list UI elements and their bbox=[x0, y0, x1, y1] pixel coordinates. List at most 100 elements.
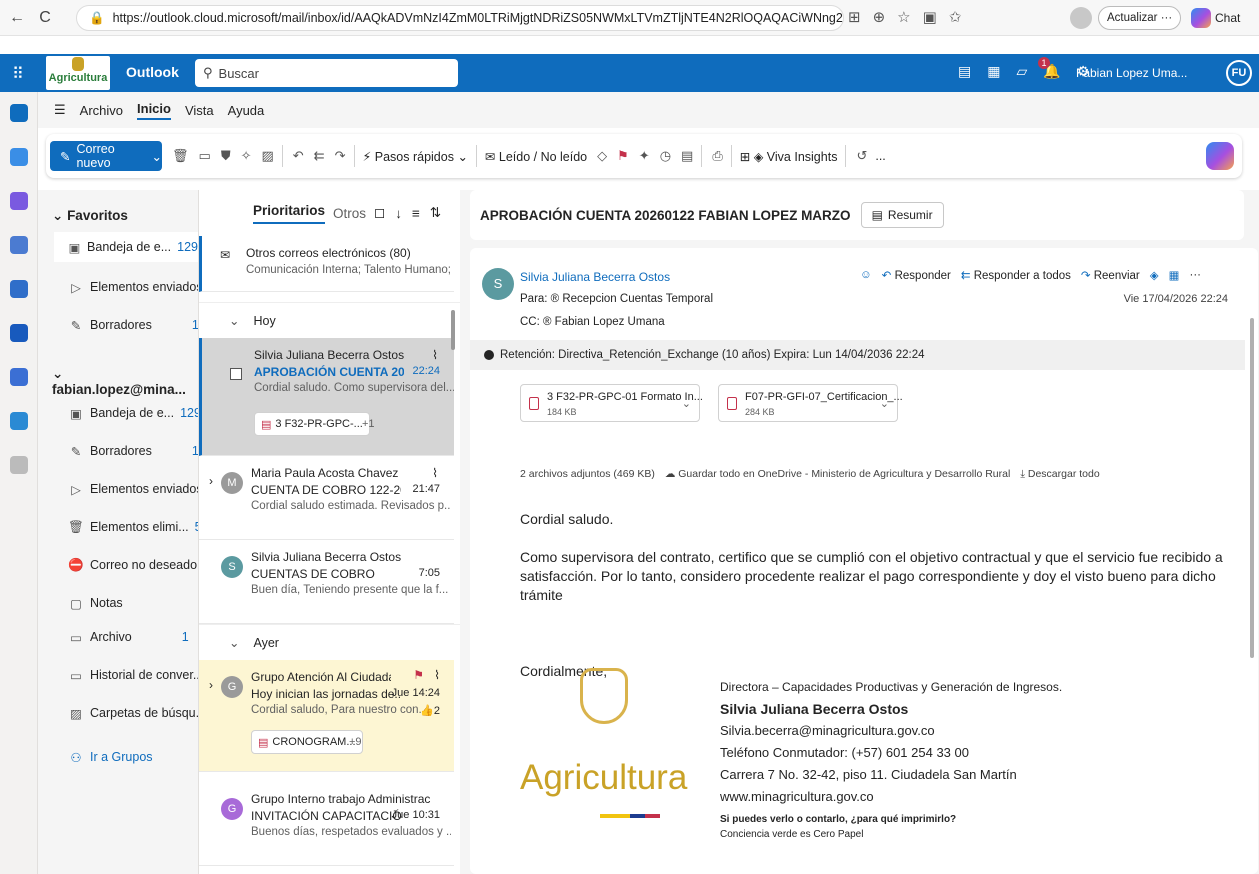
refresh-icon[interactable]: C bbox=[34, 9, 56, 27]
address-bar[interactable]: 🔒 https://outlook.cloud.microsoft/mail/in… bbox=[76, 5, 844, 31]
star-icon[interactable]: ☆ bbox=[897, 8, 910, 26]
filter-icon[interactable]: ◻ bbox=[374, 205, 385, 221]
feedback-icon[interactable]: ▱ bbox=[1016, 63, 1027, 80]
more-button[interactable]: ... bbox=[875, 149, 885, 163]
profile-avatar[interactable] bbox=[1070, 7, 1092, 29]
list-item[interactable]: G Grupo Interno trabajo Administraci... … bbox=[199, 782, 454, 866]
list-item[interactable]: › M Maria Paula Acosta Chavez ⌇ CUENTA D… bbox=[199, 456, 454, 540]
mail-icon[interactable] bbox=[10, 104, 28, 122]
viva-insights-button[interactable]: ⊞ ◈ Viva Insights bbox=[740, 149, 838, 164]
delete-icon[interactable]: 🗑 bbox=[172, 148, 189, 164]
word-icon[interactable]: ▦ bbox=[987, 63, 1000, 80]
todo-icon[interactable] bbox=[10, 280, 28, 298]
apps-icon[interactable]: ▦ bbox=[1169, 268, 1180, 282]
tab-inicio[interactable]: Inicio bbox=[137, 101, 171, 120]
list-scrollbar[interactable] bbox=[451, 310, 455, 350]
split-icon[interactable]: ▣ bbox=[923, 8, 937, 26]
print-icon[interactable]: ⎙ bbox=[712, 148, 722, 164]
forward-button[interactable]: ↷ Reenviar bbox=[1081, 268, 1140, 282]
tab-focused[interactable]: Prioritarios bbox=[253, 203, 326, 224]
undo-icon[interactable]: ↺ bbox=[856, 148, 867, 164]
snooze-icon[interactable]: ◷ bbox=[660, 148, 671, 164]
tab-other[interactable]: Otros bbox=[333, 206, 366, 221]
onedrive-icon[interactable] bbox=[10, 412, 28, 430]
back-icon[interactable]: ← bbox=[6, 9, 28, 27]
reading-pane: APROBACIÓN CUENTA 20260122 FABIAN LOPEZ … bbox=[460, 190, 1259, 874]
user-name[interactable]: Fabian Lopez Uma... bbox=[1076, 66, 1187, 80]
attachment-chip[interactable]: ▤ CRONOGRAM... bbox=[251, 730, 363, 754]
tag-icon[interactable]: ◇ bbox=[597, 148, 607, 164]
list-item[interactable]: S Silvia Juliana Becerra Ostos CUENTAS D… bbox=[199, 540, 454, 624]
quick-steps-button[interactable]: ⚡ Pasos rápidos ⌄ bbox=[363, 149, 468, 164]
sort-order-icon[interactable]: ⇅ bbox=[430, 205, 441, 221]
note-icon: ▢ bbox=[70, 596, 82, 611]
calendar-icon[interactable] bbox=[10, 148, 28, 166]
apps-icon[interactable]: ⊞ bbox=[848, 8, 861, 26]
more-apps-icon[interactable] bbox=[10, 456, 28, 474]
to-line[interactable]: Para: ® Recepcion Cuentas Temporal bbox=[520, 293, 713, 305]
expand-icon[interactable]: › bbox=[209, 678, 213, 692]
people-icon[interactable] bbox=[10, 236, 28, 254]
update-button[interactable]: Actualizar ··· bbox=[1098, 6, 1182, 30]
reply-icon[interactable]: ↶ bbox=[293, 148, 304, 164]
attachment-card[interactable]: F07-PR-GFI-07_Certificacion_... 284 KB ⌄ bbox=[718, 384, 903, 422]
chat-button[interactable]: Chat bbox=[1191, 6, 1240, 30]
summarize-button[interactable]: ▤ Resumir bbox=[860, 202, 944, 228]
teams-icon[interactable]: ▤ bbox=[958, 63, 971, 80]
more-actions-button[interactable]: ··· bbox=[1190, 269, 1202, 281]
reply-all-icon[interactable]: ⇇ bbox=[314, 148, 325, 164]
list-item[interactable]: Silvia Juliana Becerra Ostos ⌇ APROBACIÓ… bbox=[199, 338, 454, 456]
copilot-rail-icon[interactable] bbox=[10, 192, 28, 210]
new-mail-button[interactable]: ✎ Correo nuevo ⌄ bbox=[50, 141, 162, 171]
copilot-icon[interactable] bbox=[1206, 142, 1234, 170]
list-item[interactable]: › G Grupo Atención Al Ciudada... ⚑ ⌇ Hoy… bbox=[199, 660, 454, 772]
app-title[interactable]: Outlook bbox=[126, 64, 179, 80]
tab-ayuda[interactable]: Ayuda bbox=[228, 103, 265, 118]
app-launcher-icon[interactable]: ⠿ bbox=[12, 64, 24, 84]
word-rail-icon[interactable] bbox=[10, 324, 28, 342]
read-unread-button[interactable]: ✉ Leído / No leído bbox=[485, 149, 587, 164]
reply-all-button[interactable]: ⇇ Responder a todos bbox=[961, 268, 1071, 282]
tab-vista[interactable]: Vista bbox=[185, 103, 214, 118]
pin-icon[interactable]: ✦ bbox=[639, 148, 650, 164]
save-onedrive-link[interactable]: ☁ Guardar todo en OneDrive - Ministerio … bbox=[665, 468, 1010, 481]
loop-icon[interactable]: ◈ bbox=[1150, 268, 1159, 282]
sweep-icon[interactable]: ✧ bbox=[241, 148, 252, 164]
account-header[interactable]: ⌄ fabian.lopez@mina... bbox=[52, 366, 198, 397]
cc-line[interactable]: CC: ® Fabian Lopez Umana bbox=[520, 316, 665, 328]
favorites-icon[interactable]: ✩ bbox=[949, 8, 962, 26]
attachment-card[interactable]: 3 F32-PR-GPC-01 Formato In... 184 KB ⌄ bbox=[520, 384, 703, 422]
hamburger-icon[interactable]: ☰ bbox=[54, 102, 66, 118]
archive-icon[interactable]: ▭ bbox=[199, 148, 211, 164]
group-hoy[interactable]: ⌄ Hoy bbox=[199, 302, 461, 338]
forward-icon[interactable]: ↷ bbox=[335, 148, 346, 164]
flag-icon[interactable]: ⚑ bbox=[617, 148, 629, 164]
app-rail bbox=[0, 92, 38, 874]
send-icon: ▷ bbox=[71, 482, 81, 497]
rules-icon[interactable]: ▤ bbox=[681, 148, 693, 164]
user-avatar[interactable]: FU bbox=[1226, 60, 1252, 86]
other-mail-summary[interactable]: ✉ Otros correos electrónicos (80) Comuni… bbox=[199, 236, 454, 292]
flag-icon[interactable]: ⚑ bbox=[413, 668, 424, 682]
attachment-chip[interactable]: ▤ 3 F32-PR-GPC-... bbox=[254, 412, 370, 436]
reply-button[interactable]: ↶ Responder bbox=[882, 268, 951, 282]
select-icon[interactable]: ≡ bbox=[412, 206, 420, 221]
search-input[interactable]: ⚲ Buscar bbox=[195, 59, 458, 87]
sender-name[interactable]: Silvia Juliana Becerra Ostos bbox=[520, 270, 670, 284]
tab-archivo[interactable]: Archivo bbox=[80, 103, 123, 118]
report-icon[interactable]: ⛊ bbox=[221, 148, 231, 164]
sort-icon[interactable]: ↓ bbox=[395, 206, 402, 221]
sender-avatar[interactable]: S bbox=[482, 268, 514, 300]
download-all-link[interactable]: ⤓ Descargar todo bbox=[1020, 468, 1099, 481]
select-checkbox[interactable] bbox=[230, 368, 242, 380]
search-icon: ⚲ bbox=[203, 65, 213, 80]
zoom-icon[interactable]: ⊕ bbox=[873, 8, 886, 26]
move-icon[interactable]: ▨ bbox=[261, 148, 273, 164]
favorites-header[interactable]: ⌄ Favoritos bbox=[52, 208, 128, 224]
reading-scrollbar[interactable] bbox=[1250, 318, 1254, 658]
folder-inbox-fav[interactable]: ▣ Bandeja de e... 129 bbox=[54, 232, 198, 262]
group-ayer[interactable]: ⌄ Ayer bbox=[199, 624, 461, 660]
org-icon[interactable] bbox=[10, 368, 28, 386]
expand-icon[interactable]: › bbox=[209, 474, 213, 488]
emoji-icon[interactable]: ☺ bbox=[860, 269, 872, 281]
